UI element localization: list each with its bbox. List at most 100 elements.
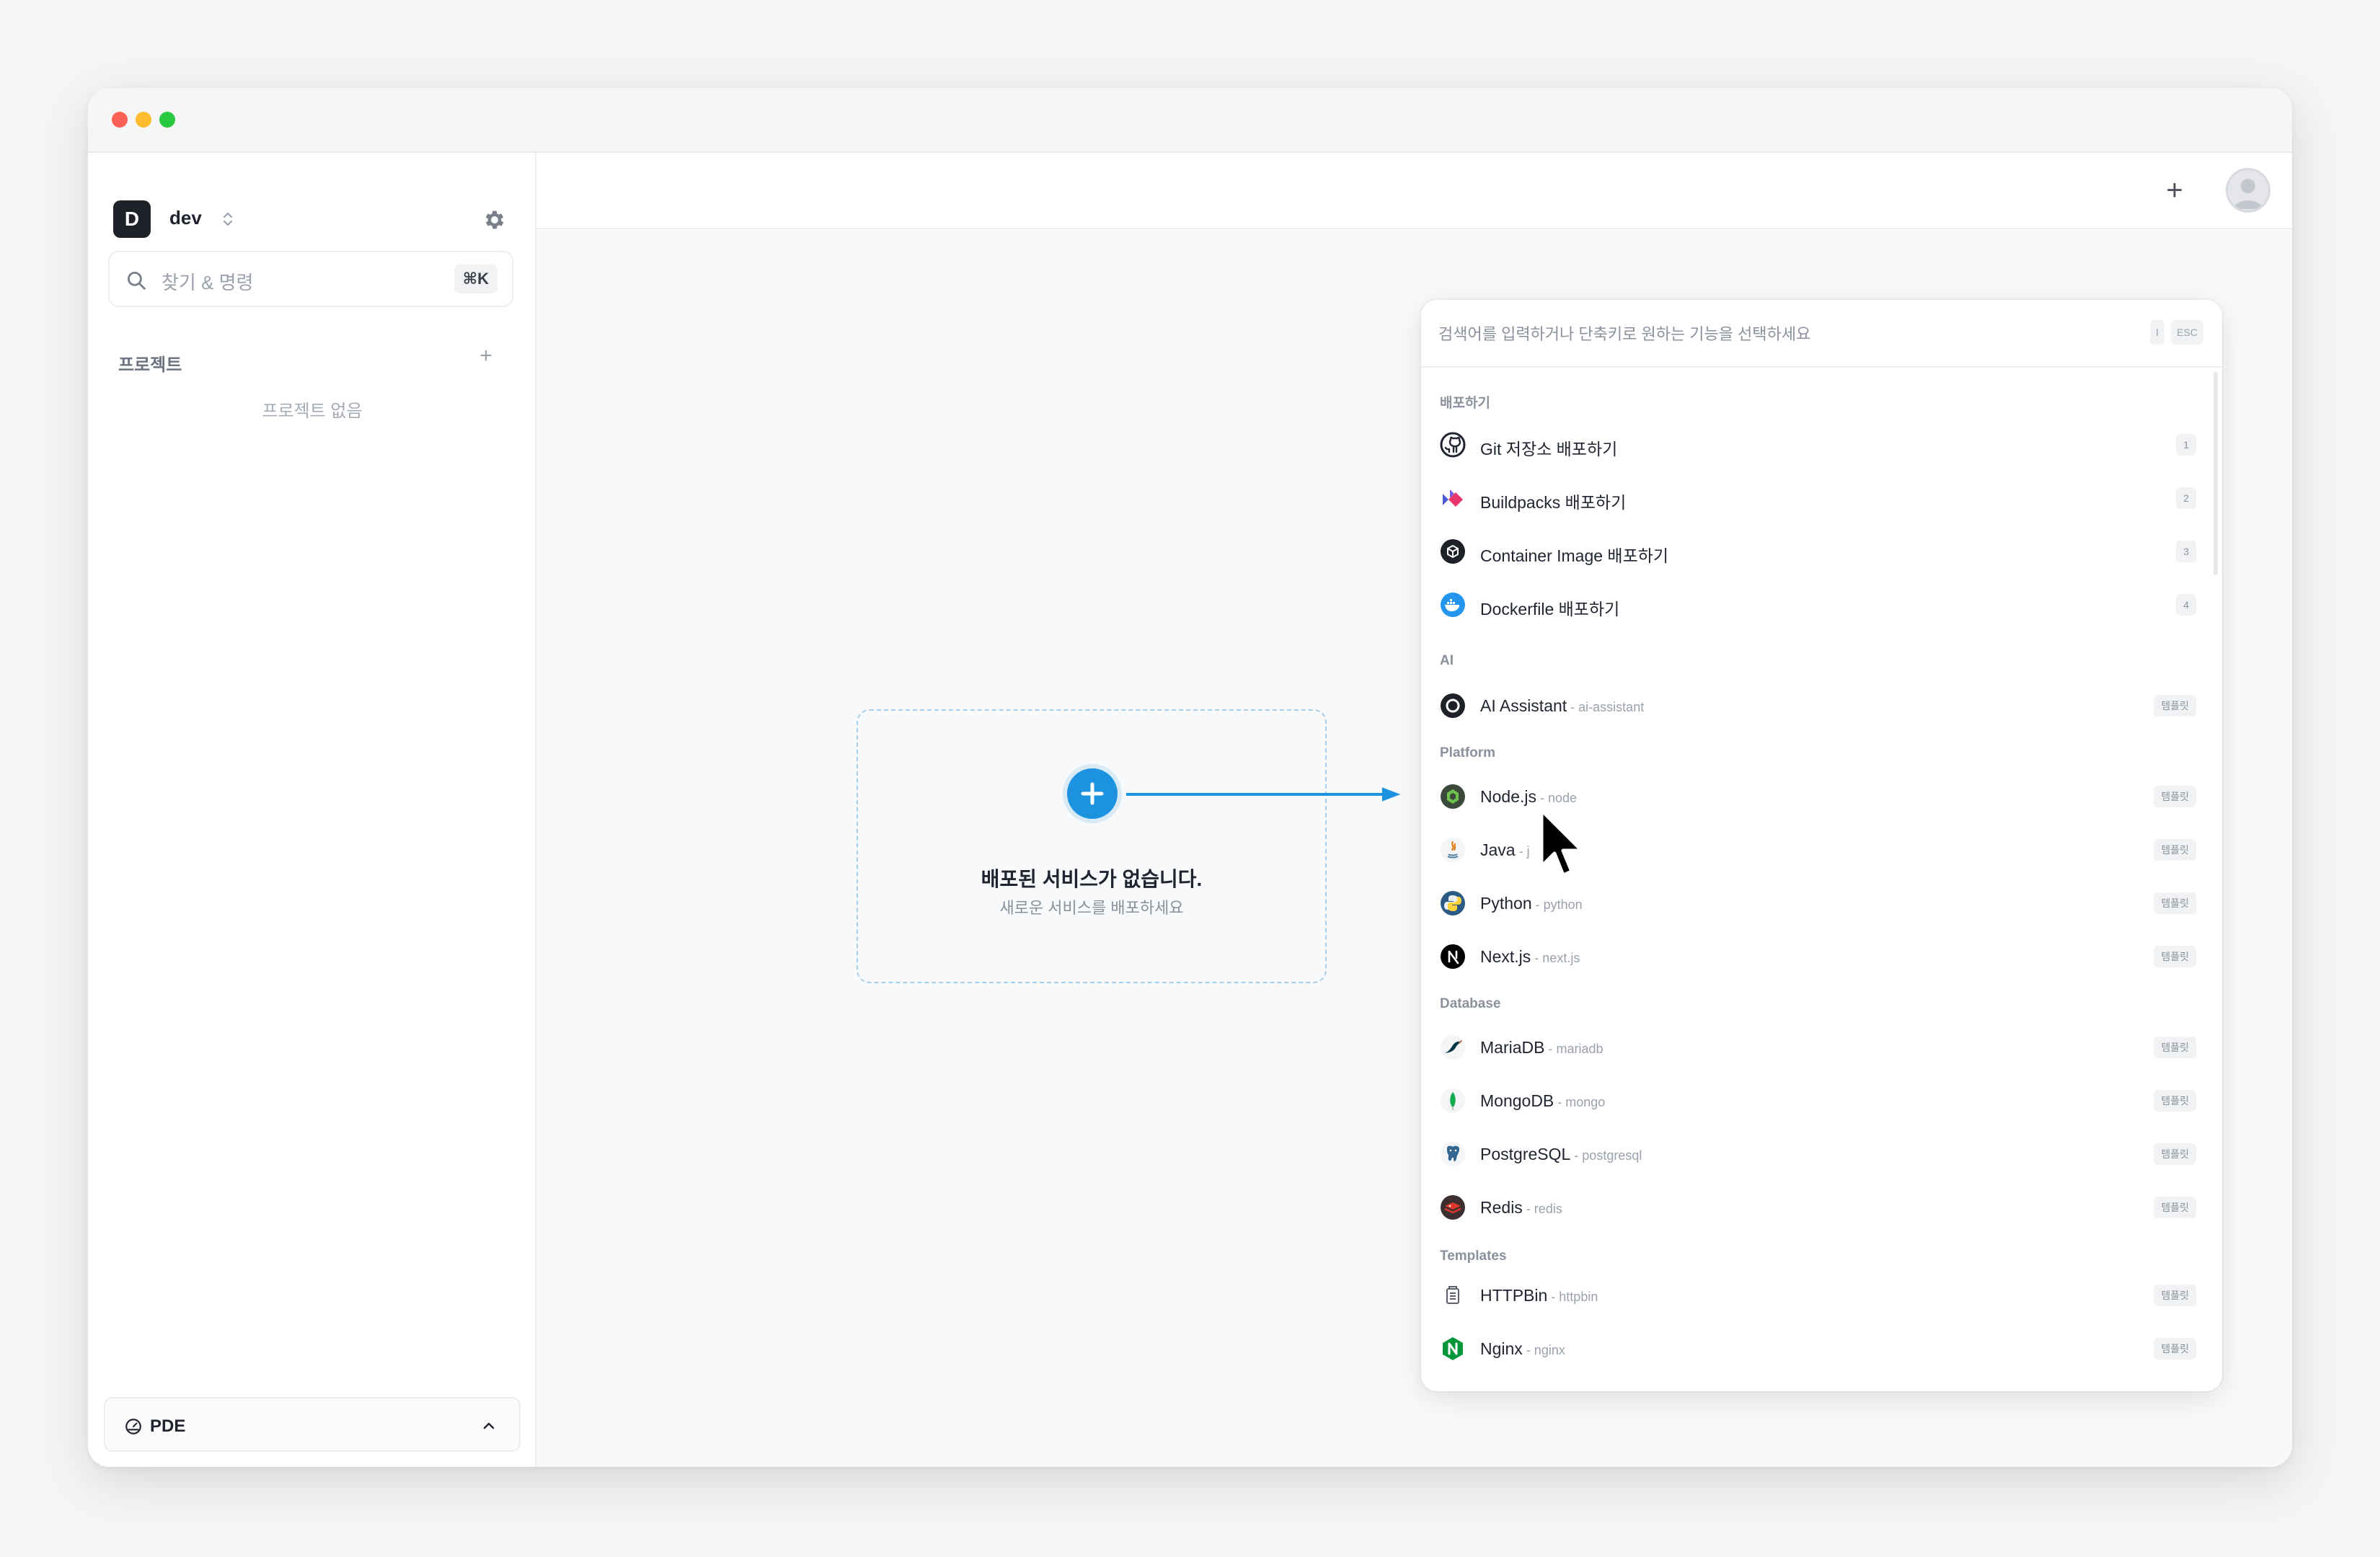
item-label: Node.js xyxy=(1480,787,1536,806)
template-badge: 템플릿 xyxy=(2154,946,2196,967)
mouse-cursor-icon xyxy=(1539,808,1584,877)
workspace-avatar[interactable]: D xyxy=(113,200,151,238)
top-bar: + xyxy=(536,153,2292,229)
palette-scrollbar[interactable] xyxy=(2213,372,2218,575)
python-label: Python - python xyxy=(1480,894,1583,913)
shortcut-badge: 1 xyxy=(2176,434,2196,456)
search-shortcut-badge: ⌘K xyxy=(454,265,497,293)
sidebar: D dev 찾기 & 명령 ⌘K 프로젝트 + 프로젝트 없음 PDE xyxy=(88,153,536,1467)
openai-icon xyxy=(1440,693,1466,719)
deploy-dockerfile-label: Dockerfile 배포하기 xyxy=(1480,600,1620,618)
section-deploy: 배포하기 xyxy=(1440,396,1490,411)
nodejs-label: Node.js - node xyxy=(1480,787,1577,807)
shortcut-badge: 4 xyxy=(2176,594,2196,616)
item-label: Next.js xyxy=(1480,947,1531,966)
mariadb-icon xyxy=(1440,1034,1466,1060)
empty-services-card: 배포된 서비스가 없습니다. 새로운 서비스를 배포하세요 xyxy=(857,709,1327,983)
item-alias: - ai-assistant xyxy=(1567,700,1645,714)
buildpacks-icon xyxy=(1440,485,1466,511)
item-label: Java xyxy=(1480,840,1516,859)
template-badge: 템플릿 xyxy=(2154,1037,2196,1058)
database-postgresql-item[interactable]: PostgreSQL - postgresql 템플릿 xyxy=(1440,1132,2196,1175)
ai-assistant-item[interactable]: AI Assistant - ai-assistant 템플릿 xyxy=(1440,683,2196,727)
projects-heading: 프로젝트 xyxy=(118,355,182,375)
chevron-up-icon[interactable] xyxy=(480,1417,497,1434)
item-alias: - mariadb xyxy=(1544,1042,1603,1056)
section-templates: Templates xyxy=(1440,1248,1507,1264)
database-redis-item[interactable]: Redis - redis 템플릿 xyxy=(1440,1185,2196,1228)
item-alias: - mongo xyxy=(1554,1095,1606,1109)
item-label: AI Assistant xyxy=(1480,696,1567,715)
container-icon xyxy=(1440,538,1466,564)
item-label: MariaDB xyxy=(1480,1038,1545,1057)
palette-search-input[interactable]: 검색어를 입력하거나 단축키로 원하는 기능을 선택하세요 xyxy=(1438,321,1810,345)
search-icon xyxy=(124,268,149,293)
template-badge: 템플릿 xyxy=(2154,1338,2196,1359)
java-label: Java - j xyxy=(1480,840,1530,860)
deploy-git-label: Git 저장소 배포하기 xyxy=(1480,440,1618,458)
pde-footer-button[interactable]: PDE xyxy=(104,1397,521,1452)
section-ai: AI xyxy=(1440,653,1454,668)
close-window-button[interactable] xyxy=(112,112,128,128)
platform-python-item[interactable]: Python - python 템플릿 xyxy=(1440,881,2196,924)
item-label: PostgreSQL xyxy=(1480,1145,1571,1163)
item-alias: - python xyxy=(1531,897,1583,912)
nextjs-label: Next.js - next.js xyxy=(1480,947,1580,967)
user-avatar[interactable] xyxy=(2226,168,2270,213)
httpbin-label: HTTPBin - httpbin xyxy=(1480,1286,1598,1305)
item-label: Nginx xyxy=(1480,1339,1523,1358)
template-badge: 템플릿 xyxy=(2154,786,2196,807)
workspace-switch-icon[interactable] xyxy=(221,209,235,229)
template-badge: 템플릿 xyxy=(2154,1197,2196,1218)
deploy-container-label: Container Image 배포하기 xyxy=(1480,546,1669,565)
deploy-dockerfile-item[interactable]: Dockerfile 배포하기 4 xyxy=(1440,582,2196,626)
deploy-buildpacks-item[interactable]: Buildpacks 배포하기 2 xyxy=(1440,476,2196,519)
gauge-icon xyxy=(124,1417,143,1436)
httpbin-icon xyxy=(1440,1282,1466,1308)
database-mongodb-item[interactable]: MongoDB - mongo 템플릿 xyxy=(1440,1078,2196,1122)
template-httpbin-item[interactable]: HTTPBin - httpbin 템플릿 xyxy=(1440,1273,2196,1316)
github-icon xyxy=(1440,432,1466,458)
deploy-git-item[interactable]: Git 저장소 배포하기 1 xyxy=(1440,422,2196,466)
deploy-buildpacks-label: Buildpacks 배포하기 xyxy=(1480,493,1627,512)
settings-gear-icon[interactable] xyxy=(482,208,507,232)
palette-search-bar[interactable]: 검색어를 입력하거나 단축키로 원하는 기능을 선택하세요 I ESC xyxy=(1421,300,2222,368)
mongodb-label: MongoDB - mongo xyxy=(1480,1091,1605,1111)
arrow-right-icon xyxy=(1126,787,1401,802)
postgresql-icon xyxy=(1440,1141,1466,1167)
template-badge: 템플릿 xyxy=(2154,839,2196,861)
redis-label: Redis - redis xyxy=(1480,1198,1562,1217)
item-alias: - postgresql xyxy=(1570,1148,1642,1163)
postgresql-label: PostgreSQL - postgresql xyxy=(1480,1145,1642,1164)
docker-icon xyxy=(1440,592,1466,618)
java-icon xyxy=(1440,837,1466,863)
mariadb-label: MariaDB - mariadb xyxy=(1480,1038,1603,1057)
ai-assistant-label: AI Assistant - ai-assistant xyxy=(1480,696,1644,716)
item-label: HTTPBin xyxy=(1480,1286,1548,1305)
minimize-window-button[interactable] xyxy=(136,112,151,128)
section-platform: Platform xyxy=(1440,745,1496,760)
nextjs-icon xyxy=(1440,944,1466,970)
search-command-box[interactable]: 찾기 & 명령 ⌘K xyxy=(108,251,513,307)
palette-kbd-i: I xyxy=(2150,320,2164,345)
platform-nextjs-item[interactable]: Next.js - next.js 템플릿 xyxy=(1440,934,2196,977)
workspace-name[interactable]: dev xyxy=(169,207,202,229)
pde-label: PDE xyxy=(150,1416,186,1436)
item-alias: - nginx xyxy=(1522,1343,1565,1357)
database-mariadb-item[interactable]: MariaDB - mariadb 템플릿 xyxy=(1440,1025,2196,1068)
add-plus-icon[interactable]: + xyxy=(2162,176,2187,205)
add-project-plus-icon[interactable]: + xyxy=(476,345,496,367)
template-badge: 템플릿 xyxy=(2154,695,2196,717)
add-service-plus-button[interactable] xyxy=(1067,768,1118,819)
item-alias: - httpbin xyxy=(1547,1290,1598,1304)
item-alias: - node xyxy=(1536,791,1578,805)
maximize-window-button[interactable] xyxy=(159,112,175,128)
deploy-container-item[interactable]: Container Image 배포하기 3 xyxy=(1440,529,2196,572)
nodejs-icon xyxy=(1440,784,1466,809)
mongodb-icon xyxy=(1440,1088,1466,1114)
empty-subtitle: 새로운 서비스를 배포하세요 xyxy=(999,899,1184,917)
template-badge: 템플릿 xyxy=(2154,892,2196,914)
template-nginx-item[interactable]: Nginx - nginx 템플릿 xyxy=(1440,1326,2196,1370)
item-label: MongoDB xyxy=(1480,1091,1554,1110)
shortcut-badge: 3 xyxy=(2176,541,2196,562)
